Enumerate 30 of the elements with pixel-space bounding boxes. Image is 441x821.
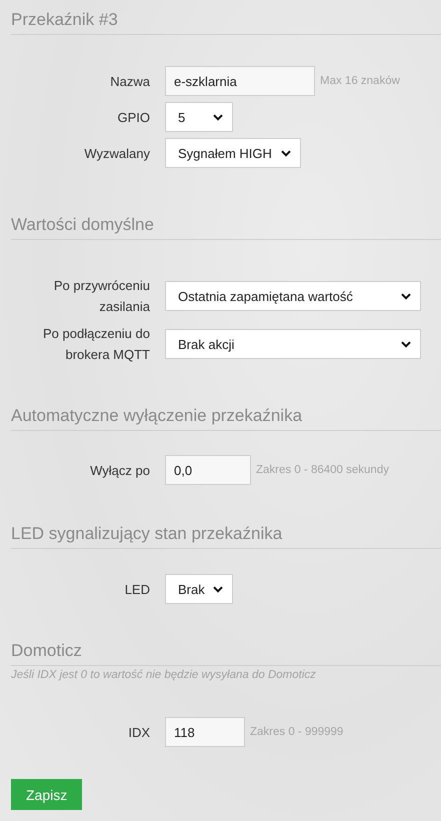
section-title: Przekaźnik #3 — [11, 7, 441, 35]
text-field[interactable]: 118 — [165, 717, 245, 747]
chevron-down-icon — [401, 292, 411, 300]
dropdown[interactable]: Sygnałem HIGH — [165, 138, 301, 168]
section-title: Wartości domyślne — [11, 212, 441, 240]
chevron-down-icon — [281, 150, 291, 156]
section-title: Domoticz — [11, 638, 441, 666]
section-note: Jeśli IDX jest 0 to wartość nie będzie wysyłana do Domoticz — [11, 669, 317, 681]
field-label: Nazwa — [109, 72, 150, 90]
chevron-down-icon — [401, 340, 411, 348]
dropdown[interactable]: 5 — [165, 102, 233, 132]
field-hint: Zakres 0 - 999999 — [250, 726, 344, 738]
dropdown[interactable]: Brak akcji — [165, 329, 421, 359]
section-title: LED sygnalizujący stan przekaźnika — [11, 521, 441, 549]
field-hint: Zakres 0 - 86400 sekundy — [256, 464, 389, 476]
field-label: Wyłącz po — [89, 462, 150, 480]
chevron-down-icon — [213, 586, 223, 592]
field-label: GPIO — [116, 108, 150, 126]
field-hint: Max 16 znaków — [320, 75, 400, 87]
field-label: Po podłączeniu do brokera MQTT — [42, 325, 150, 364]
dropdown[interactable]: Ostatnia zapamiętana wartość — [165, 281, 421, 311]
dropdown[interactable]: Brak — [165, 574, 233, 604]
field-label: Wyzwalany — [83, 144, 150, 163]
section-title: Automatyczne wyłączenie przekaźnika — [11, 403, 441, 431]
text-field[interactable]: 0,0 — [165, 455, 251, 485]
text-field[interactable]: e-szklarnia — [165, 66, 315, 96]
field-label: LED — [124, 580, 150, 598]
chevron-down-icon — [213, 114, 223, 120]
field-label: Po przywróceniu zasilania — [52, 277, 150, 316]
field-label: IDX — [127, 724, 150, 742]
